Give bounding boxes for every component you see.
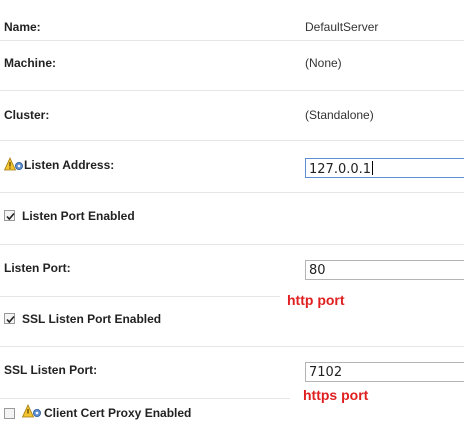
ssl-listen-port-enabled-checkbox[interactable] (4, 313, 15, 324)
client-cert-proxy-enabled-checkbox[interactable] (4, 408, 15, 419)
row-divider (0, 296, 280, 297)
listen-port-label: Listen Port: (4, 261, 71, 275)
cluster-label: Cluster: (4, 108, 50, 122)
row-divider (0, 140, 464, 141)
machine-value: (None) (305, 56, 342, 70)
machine-label: Machine: (4, 56, 57, 70)
row-divider (0, 398, 290, 399)
ssl-listen-port-label: SSL Listen Port: (4, 363, 98, 377)
listen-port-enabled-label: Listen Port Enabled (22, 209, 135, 223)
checkmark-icon (6, 315, 15, 324)
ssl-listen-port-enabled-label: SSL Listen Port Enabled (22, 312, 162, 326)
row-divider (0, 40, 464, 41)
cluster-value: (Standalone) (305, 108, 374, 122)
name-value: DefaultServer (305, 20, 379, 34)
listen-port-enabled-checkbox[interactable] (4, 210, 15, 221)
warning-restart-icon (3, 157, 24, 178)
listen-address-input[interactable]: 127.0.0.1 (305, 158, 464, 178)
listen-port-input[interactable]: 80 (305, 260, 464, 280)
row-divider (0, 346, 464, 347)
row-divider (0, 192, 464, 193)
listen-address-label: Listen Address: (24, 158, 115, 172)
row-divider (0, 244, 464, 245)
client-cert-proxy-enabled-label: Client Cert Proxy Enabled (44, 406, 192, 420)
warning-restart-icon (21, 404, 42, 425)
ssl-listen-port-input[interactable]: 7102 (305, 362, 464, 382)
listen-address-value: 127.0.0.1 (309, 162, 372, 177)
name-label: Name: (4, 20, 41, 34)
checkmark-icon (6, 212, 15, 221)
text-caret (372, 161, 374, 175)
https-port-annotation: https port (303, 387, 369, 403)
row-divider (0, 90, 464, 91)
http-port-annotation: http port (287, 292, 345, 308)
